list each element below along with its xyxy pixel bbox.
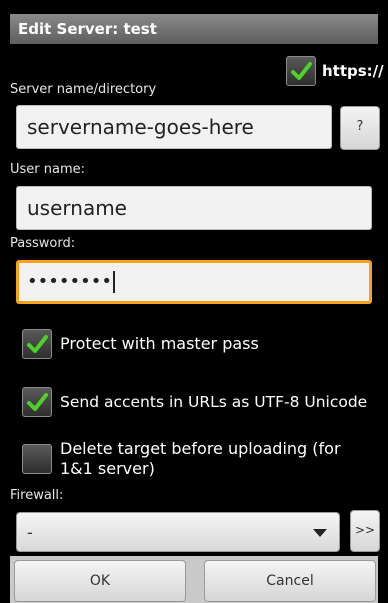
protect-label: Protect with master pass xyxy=(60,334,259,353)
accents-label: Send accents in URLs as UTF-8 Unicode xyxy=(60,393,368,411)
check-icon xyxy=(291,62,312,80)
text-cursor xyxy=(112,271,115,293)
https-checkbox[interactable] xyxy=(286,56,316,86)
dialog-title: Edit Server: test xyxy=(10,14,378,44)
firewall-select[interactable]: - xyxy=(16,512,340,552)
dropdown-arrow-icon xyxy=(313,529,327,537)
user-name-label: User name: xyxy=(10,162,86,177)
check-icon xyxy=(27,335,48,353)
https-label: https:// xyxy=(322,62,384,80)
firewall-more-button[interactable]: >> xyxy=(350,510,380,552)
server-name-label: Server name/directory xyxy=(10,82,157,97)
password-masked-value: •••••••• xyxy=(27,271,112,292)
user-name-input[interactable]: username xyxy=(16,186,372,230)
cancel-button[interactable]: Cancel xyxy=(204,560,376,602)
ok-button[interactable]: OK xyxy=(14,560,186,602)
password-label: Password: xyxy=(10,236,76,251)
help-button[interactable]: ? xyxy=(340,106,380,150)
firewall-label: Firewall: xyxy=(10,488,64,503)
password-input[interactable]: •••••••• xyxy=(16,260,372,304)
firewall-selected-value: - xyxy=(27,523,33,542)
delete-target-label: Delete target before uploading (for 1&1 … xyxy=(60,439,341,478)
server-name-input[interactable]: servername-goes-here xyxy=(16,105,332,149)
check-icon xyxy=(27,393,48,411)
accents-checkbox[interactable] xyxy=(22,387,52,417)
protect-checkbox[interactable] xyxy=(22,329,52,359)
delete-target-checkbox[interactable] xyxy=(22,444,52,474)
